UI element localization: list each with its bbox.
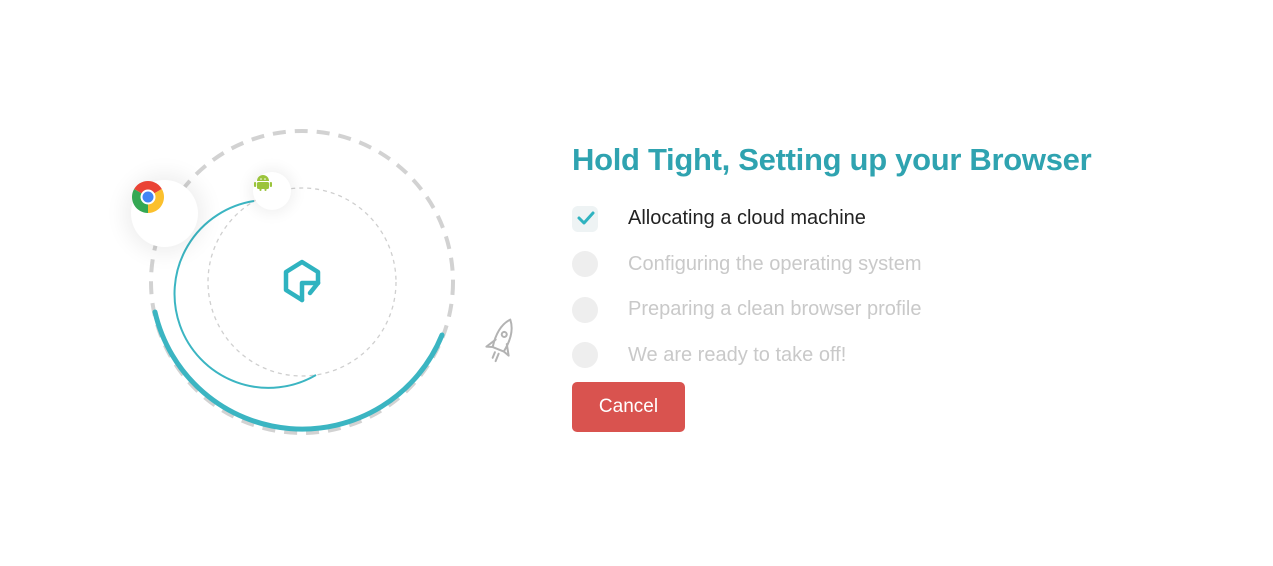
- step-pending-indicator: [572, 296, 598, 323]
- step-label: Preparing a clean browser profile: [628, 298, 922, 321]
- chrome-orb: [131, 180, 198, 247]
- step-pending-indicator: [572, 342, 598, 369]
- step-allocating: Allocating a cloud machine: [572, 196, 1252, 242]
- cloud-logo-icon: [283, 259, 321, 303]
- loading-screen: Hold Tight, Setting up your Browser Allo…: [0, 0, 1273, 566]
- android-icon: [254, 175, 272, 191]
- orbit-rings: [149, 129, 513, 435]
- step-label: We are ready to take off!: [628, 343, 847, 366]
- setup-steps: Allocating a cloud machine Configuring t…: [572, 196, 1252, 378]
- android-orb: [253, 172, 291, 210]
- chrome-icon: [131, 181, 165, 213]
- rocket-icon: [485, 318, 513, 363]
- checkmark-icon: [577, 211, 595, 225]
- setup-panel: Hold Tight, Setting up your Browser Allo…: [572, 138, 1252, 432]
- step-pending-indicator: [572, 251, 598, 278]
- step-label: Allocating a cloud machine: [628, 207, 866, 230]
- step-ready: We are ready to take off!: [572, 333, 1252, 379]
- cancel-button[interactable]: Cancel: [572, 382, 685, 432]
- step-label: Configuring the operating system: [628, 252, 922, 275]
- outer-progress-arc: [152, 309, 445, 432]
- step-configuring: Configuring the operating system: [572, 242, 1252, 288]
- step-preparing: Preparing a clean browser profile: [572, 287, 1252, 333]
- page-title: Hold Tight, Setting up your Browser: [572, 142, 1092, 177]
- step-check-indicator: [572, 205, 598, 232]
- progress-graphic: [0, 0, 560, 566]
